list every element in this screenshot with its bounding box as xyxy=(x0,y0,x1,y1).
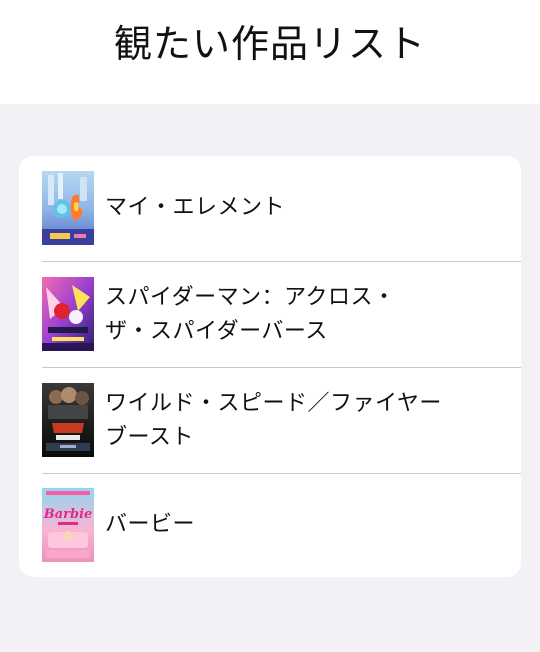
movie-title: マイ・エレメント xyxy=(105,195,286,220)
list-item[interactable]: Barbie バービー xyxy=(19,474,521,577)
poster-thumbnail xyxy=(42,277,94,351)
movie-title: バービー xyxy=(105,512,196,537)
movie-title: スパイダーマン：アクロス・ ザ・スパイダーバース xyxy=(105,285,396,344)
list-item[interactable]: マイ・エレメント xyxy=(19,156,521,262)
poster-thumbnail: Barbie xyxy=(42,488,94,562)
navigation-header: 観たい作品リスト xyxy=(0,0,540,104)
watchlist-card: マイ・エレメント スパイダーマン：アクロス・ ザ・スパイダーバース ワイルド・ス… xyxy=(19,156,521,577)
page-title: 観たい作品リスト xyxy=(113,22,426,66)
poster-image: Barbie xyxy=(42,488,94,562)
poster-image xyxy=(42,277,94,351)
poster-thumbnail xyxy=(42,383,94,457)
list-item[interactable]: ワイルド・スピード／ファイヤー ブースト xyxy=(19,368,521,474)
poster-thumbnail xyxy=(42,171,94,245)
poster-logo-text: Barbie xyxy=(43,507,93,522)
list-item[interactable]: スパイダーマン：アクロス・ ザ・スパイダーバース xyxy=(19,262,521,368)
poster-image xyxy=(42,171,94,245)
movie-title: ワイルド・スピード／ファイヤー ブースト xyxy=(105,391,442,450)
poster-image xyxy=(42,383,94,457)
